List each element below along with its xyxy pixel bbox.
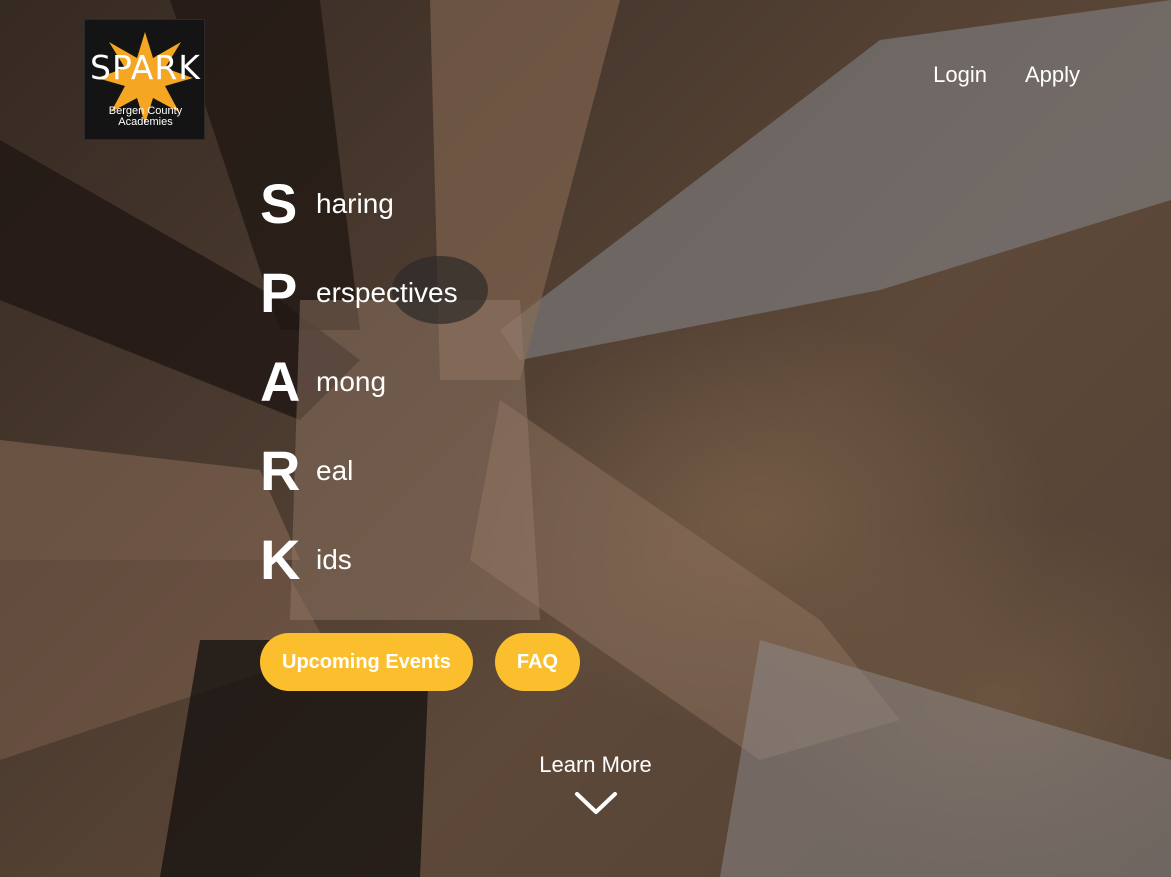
learn-more-label[interactable]: Learn More xyxy=(20,752,1171,778)
learn-more[interactable]: Learn More xyxy=(0,752,1171,816)
faq-button[interactable]: FAQ xyxy=(494,633,581,691)
acronym-letter: K xyxy=(260,528,301,591)
acronym-word: haring xyxy=(316,188,394,219)
logo-wordmark: SPARK xyxy=(90,48,201,87)
top-nav: Login Apply xyxy=(933,62,1080,88)
upcoming-events-button[interactable]: Upcoming Events xyxy=(260,633,473,691)
acronym-word: ids xyxy=(316,544,352,575)
acronym-word: mong xyxy=(316,366,387,397)
apply-link[interactable]: Apply xyxy=(1025,62,1080,88)
cta-buttons: Upcoming Events FAQ xyxy=(260,633,581,691)
acronym-letter: S xyxy=(260,172,298,235)
acronym-word: erspectives xyxy=(316,277,458,308)
logo-line-2: Academies xyxy=(118,116,173,128)
acronym-letter: R xyxy=(260,439,301,502)
login-link[interactable]: Login xyxy=(933,62,987,88)
chevron-down-icon[interactable] xyxy=(574,790,618,816)
hero-section: SPARK Bergen County Academies Login Appl… xyxy=(0,0,1171,877)
acronym-word: eal xyxy=(316,455,354,486)
acronym-letter: P xyxy=(260,261,298,324)
acronym-letter: A xyxy=(260,350,301,413)
spark-logo[interactable]: SPARK Bergen County Academies xyxy=(84,19,205,140)
